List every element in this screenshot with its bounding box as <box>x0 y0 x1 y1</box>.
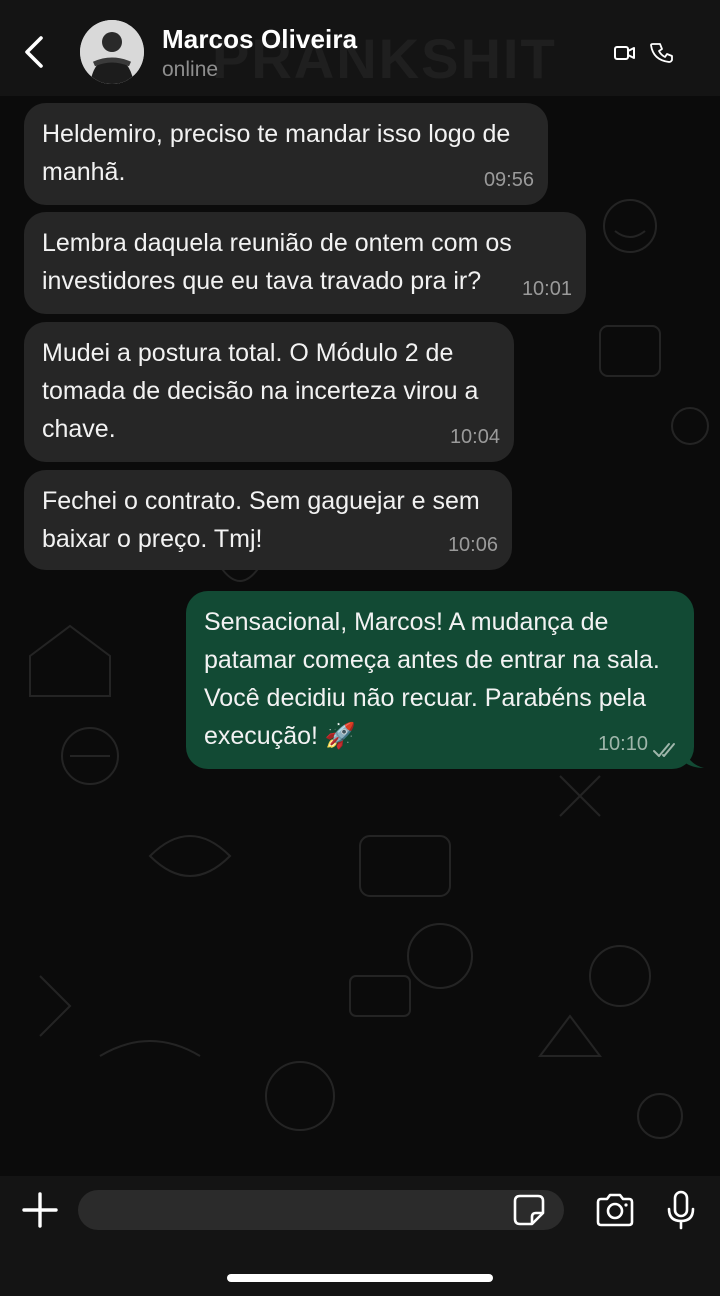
avatar-photo <box>80 20 144 84</box>
microphone-icon[interactable] <box>666 1190 696 1230</box>
camera-icon[interactable] <box>594 1192 636 1228</box>
message-text: Heldemiro, preciso te mandar isso logo d… <box>42 120 511 186</box>
message-bubble-incoming[interactable]: Heldemiro, preciso te mandar isso logo d… <box>24 103 548 205</box>
message-bubble-incoming[interactable]: Fechei o contrato. Sem gaguejar e sem ba… <box>24 470 512 570</box>
message-time: 10:04 <box>449 426 500 448</box>
contact-status: online <box>162 58 219 81</box>
message-bubble-outgoing[interactable]: Sensacional, Marcos! A mudança de patama… <box>186 591 694 769</box>
chat-header: Marcos Oliveira online PRANKSHIT <box>0 0 720 96</box>
avatar[interactable] <box>80 20 144 84</box>
message-text: Lembra daquela reunião de ontem com os i… <box>42 229 512 295</box>
back-chevron-icon <box>25 36 43 68</box>
message-time: 10:06 <box>447 534 498 556</box>
message-time: 10:10 <box>597 733 648 755</box>
message-bubble-incoming[interactable]: Lembra daquela reunião de ontem com os i… <box>24 212 586 314</box>
sticker-icon[interactable] <box>512 1193 546 1227</box>
watermark: PRANKSHIT <box>212 26 557 91</box>
message-input[interactable] <box>78 1190 564 1230</box>
plus-icon[interactable] <box>20 1190 60 1230</box>
chat-screen: Marcos Oliveira online PRANKSHIT Heldemi… <box>0 0 720 1296</box>
message-text: Mudei a postura total. O Módulo 2 de tom… <box>42 339 479 443</box>
bubble-tail <box>684 748 704 768</box>
message-time: 10:01 <box>521 278 572 300</box>
message-text: Fechei o contrato. Sem gaguejar e sem ba… <box>42 487 480 553</box>
message-time: 09:56 <box>483 169 534 191</box>
message-bubble-incoming[interactable]: Mudei a postura total. O Módulo 2 de tom… <box>24 322 514 462</box>
video-call-icon[interactable] <box>612 40 638 66</box>
home-indicator[interactable] <box>227 1274 493 1282</box>
back-button[interactable] <box>14 28 54 76</box>
phone-icon[interactable] <box>650 40 674 66</box>
double-check-icon <box>653 743 675 757</box>
